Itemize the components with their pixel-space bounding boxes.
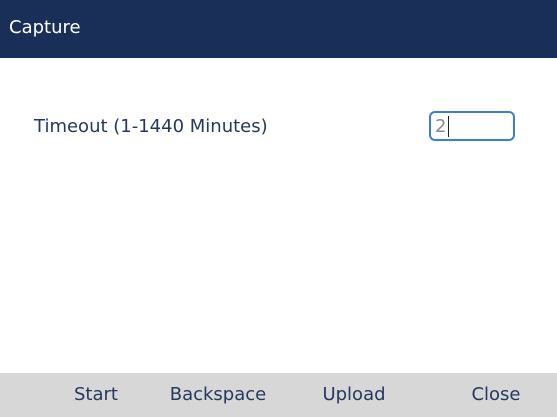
timeout-label: Timeout (1-1440 Minutes) (34, 116, 268, 137)
backspace-softkey[interactable]: Backspace (160, 373, 276, 417)
capture-screen: Capture Timeout (1-1440 Minutes) 2 Start… (0, 0, 557, 417)
start-softkey[interactable]: Start (56, 373, 136, 417)
softkey-bar: Start Backspace Upload Close (0, 373, 557, 417)
title-bar: Capture (0, 0, 557, 58)
timeout-value: 2 (435, 116, 447, 137)
timeout-input[interactable]: 2 (429, 111, 515, 141)
screen-title: Capture (9, 17, 81, 38)
text-cursor (448, 116, 449, 137)
upload-softkey[interactable]: Upload (306, 373, 402, 417)
timeout-field-row: Timeout (1-1440 Minutes) 2 (0, 109, 557, 147)
close-softkey[interactable]: Close (456, 373, 536, 417)
